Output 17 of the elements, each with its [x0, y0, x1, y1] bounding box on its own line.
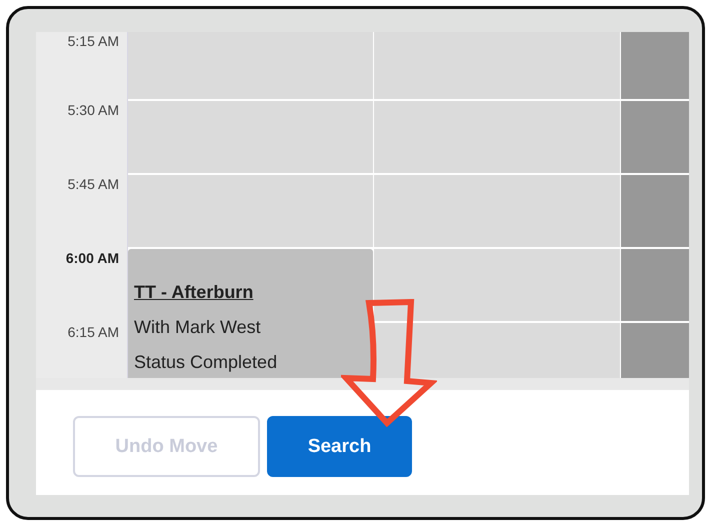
blocked-slot[interactable]: [621, 101, 689, 173]
search-button[interactable]: Search: [267, 416, 412, 477]
time-label: 5:30 AM: [68, 102, 119, 118]
blocked-slot[interactable]: [621, 249, 689, 321]
time-slot[interactable]: [374, 323, 620, 378]
appointment-title[interactable]: TT - Afterburn: [134, 275, 367, 310]
appointment-card[interactable]: TT - Afterburn With Mark West Status Completed: [128, 249, 373, 378]
appointment-detail: Status Completed: [134, 351, 278, 374]
time-label: 6:15 AM: [68, 324, 119, 340]
time-label: 6:00 AM: [66, 250, 119, 266]
blocked-slot[interactable]: [621, 32, 689, 99]
blocked-slot[interactable]: [621, 323, 689, 378]
time-label: 5:45 AM: [68, 176, 119, 192]
time-slot[interactable]: [374, 249, 620, 321]
blocked-slot[interactable]: [621, 175, 689, 247]
time-label: 5:15 AM: [68, 33, 119, 49]
appointment-detail: With Mark West: [134, 316, 262, 339]
